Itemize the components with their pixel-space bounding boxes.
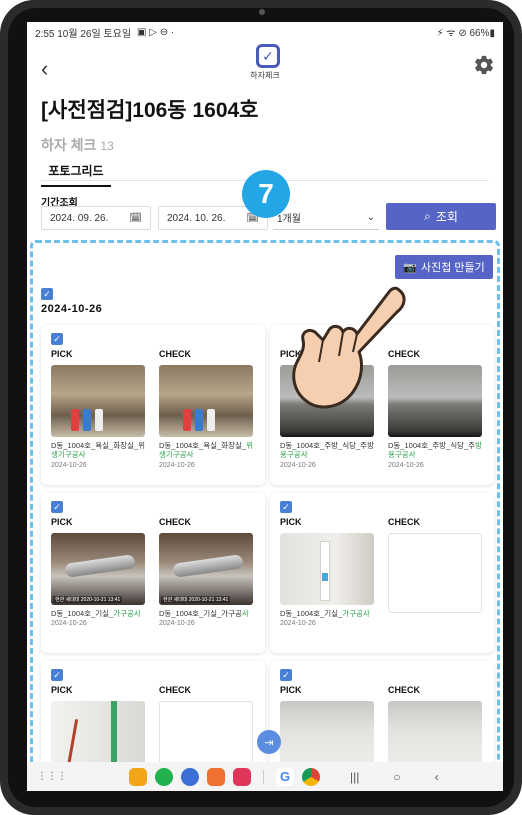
search-icon: ⌕ bbox=[424, 209, 431, 223]
system-nav: ||| ○ ‹ bbox=[350, 770, 439, 784]
notification-icons: ▣ ▷ ⊖ · bbox=[137, 26, 175, 38]
back-button[interactable]: ‹ bbox=[41, 56, 48, 82]
search-button[interactable]: ⌕ 조회 bbox=[386, 203, 496, 230]
status-bar: 2:55 10월 26일 토요일 ▣ ▷ ⊖ · ⚡ ᯤ ⊘ 66%▮ bbox=[27, 22, 503, 42]
exit-icon: ⇥ bbox=[264, 736, 274, 749]
settings-button[interactable] bbox=[473, 54, 495, 76]
step-badge: 7 bbox=[242, 170, 290, 218]
app-header: ‹ ✓ 하자체크 bbox=[27, 42, 503, 102]
calendar-icon: 🗓 bbox=[129, 212, 142, 224]
contacts-app-icon[interactable] bbox=[207, 767, 225, 786]
checkbox-logo-icon: ✓ bbox=[256, 44, 280, 68]
gear-icon bbox=[475, 55, 493, 75]
status-time-date: 2:55 10월 26일 토요일 bbox=[35, 28, 132, 40]
screen: 2:55 10월 26일 토요일 ▣ ▷ ⊖ · ⚡ ᯤ ⊘ 66%▮ ‹ ✓ … bbox=[27, 22, 503, 791]
end-date-value: 2024. 10. 26. bbox=[167, 212, 226, 224]
tablet-frame: 2:55 10월 26일 토요일 ▣ ▷ ⊖ · ⚡ ᯤ ⊘ 66%▮ ‹ ✓ … bbox=[0, 0, 522, 815]
dock-separator bbox=[263, 769, 264, 784]
section-count: 13 bbox=[100, 139, 114, 153]
search-button-label: 조회 bbox=[435, 210, 458, 224]
app-logo: ✓ 하자체크 bbox=[250, 44, 283, 81]
section-label: 하자 체크 13 bbox=[41, 135, 114, 155]
recents-icon[interactable]: ||| bbox=[350, 770, 359, 784]
start-date-value: 2024. 09. 26. bbox=[50, 212, 109, 224]
tab-photogrid[interactable]: 포토그리드 bbox=[41, 162, 111, 187]
app-drawer-icon[interactable]: ⋮⋮⋮ bbox=[37, 771, 67, 782]
chrome-app-icon[interactable] bbox=[302, 767, 320, 786]
range-select[interactable]: 1개월 ⌄ bbox=[273, 206, 379, 230]
section-label-text: 하자 체크 bbox=[41, 137, 97, 153]
start-date-field[interactable]: 2024. 09. 26. 🗓 bbox=[41, 206, 151, 230]
status-right-icons: ⚡ ᯤ ⊘ 66%▮ bbox=[436, 28, 495, 39]
messages-app-icon[interactable] bbox=[181, 767, 199, 786]
page-title: [사전점검]106동 1604호 bbox=[41, 99, 259, 122]
chevron-left-icon: ‹ bbox=[41, 56, 49, 81]
back-nav-icon[interactable]: ‹ bbox=[435, 770, 439, 784]
gallery-app-icon[interactable] bbox=[233, 767, 251, 786]
google-app-icon[interactable]: G bbox=[276, 767, 294, 786]
chevron-down-icon: ⌄ bbox=[366, 212, 375, 223]
home-icon[interactable]: ○ bbox=[393, 770, 400, 784]
taskbar: ⋮⋮⋮ G ||| ○ ‹ bbox=[27, 762, 503, 791]
front-camera bbox=[259, 9, 265, 15]
folder-app-icon[interactable] bbox=[129, 767, 147, 786]
dock-apps: G bbox=[129, 767, 320, 786]
highlight-region bbox=[30, 240, 500, 784]
logo-text: 하자체크 bbox=[250, 71, 280, 80]
exit-view-button[interactable]: ⇥ bbox=[257, 730, 281, 754]
phone-app-icon[interactable] bbox=[155, 767, 173, 786]
